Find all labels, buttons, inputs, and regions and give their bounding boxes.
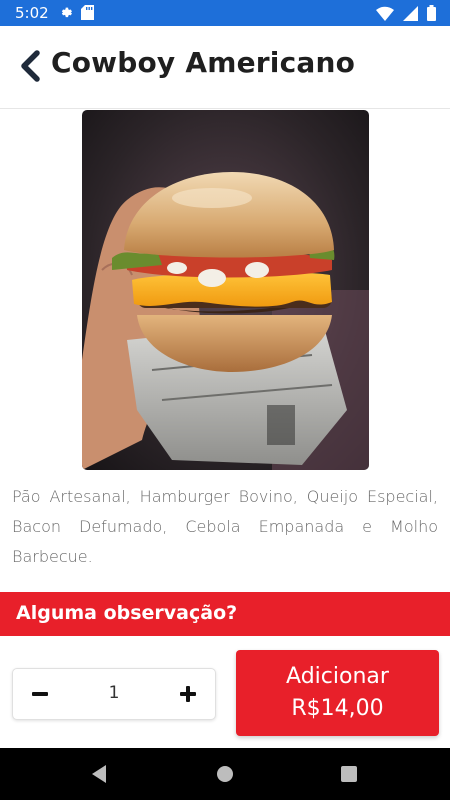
nav-recents-button[interactable]	[339, 764, 359, 784]
increase-quantity-button[interactable]	[171, 677, 205, 711]
decrease-quantity-button[interactable]	[23, 677, 57, 711]
page-title: Cowboy Americano	[51, 46, 356, 79]
recents-square-icon	[341, 766, 357, 782]
home-circle-icon	[217, 766, 233, 782]
signal-icon	[403, 5, 418, 21]
observation-label: Alguma observação?	[16, 602, 238, 624]
battery-icon	[427, 5, 436, 21]
chevron-left-icon	[21, 50, 40, 82]
nav-back-button[interactable]	[88, 763, 110, 785]
back-triangle-icon	[92, 765, 106, 783]
status-left-icons	[58, 5, 94, 20]
nav-home-button[interactable]	[214, 763, 236, 785]
app-header: Cowboy Americano	[0, 26, 450, 109]
burger-photo	[82, 110, 369, 470]
quantity-value: 1	[108, 683, 120, 703]
minus-icon	[32, 692, 48, 696]
system-nav-bar	[0, 748, 450, 800]
status-right-icons	[376, 5, 436, 21]
add-button-price: R$14,00	[291, 696, 384, 721]
product-image	[82, 110, 369, 470]
status-bar: 5:02	[0, 0, 450, 26]
settings-icon	[61, 7, 72, 18]
wifi-icon	[376, 6, 394, 21]
back-button[interactable]	[14, 48, 46, 84]
add-to-cart-button[interactable]: Adicionar R$14,00	[236, 650, 439, 736]
quantity-stepper: 1	[12, 668, 216, 720]
add-button-label: Adicionar	[286, 664, 389, 689]
sd-card-icon	[81, 5, 94, 20]
product-description: Pão Artesanal, Hamburger Bovino, Queijo …	[12, 487, 438, 566]
status-time: 5:02	[15, 4, 49, 22]
plus-icon	[180, 686, 196, 702]
observation-button[interactable]: Alguma observação?	[0, 592, 450, 636]
